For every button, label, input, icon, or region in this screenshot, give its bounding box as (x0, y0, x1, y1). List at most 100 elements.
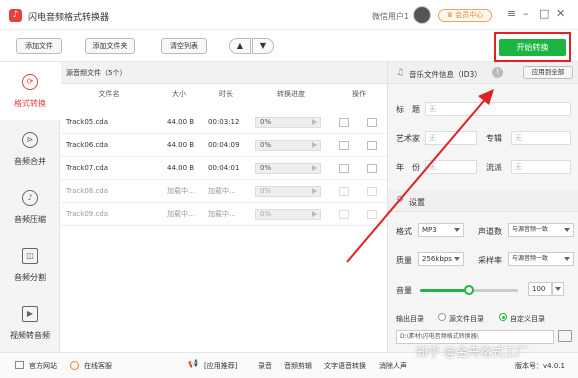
file-name: Track07.cda (66, 164, 109, 172)
folder-icon[interactable] (558, 330, 572, 342)
format-select[interactable]: MP3 (418, 223, 464, 237)
title-bar: ♪ 闪电音频格式转换器 微信用户1 ♛ 会员中心 ≡ – □ ✕ (0, 0, 578, 30)
sidebar-item-merge[interactable]: ⊳ 音频合并 (0, 120, 60, 178)
volume-value[interactable]: 100 (528, 282, 552, 296)
move-down-button[interactable]: ▼ (252, 38, 274, 54)
output-label: 输出目录 (396, 315, 424, 323)
table-row[interactable]: Track09.cda 加载中... 加载中... 0% (61, 203, 387, 226)
sidebar-item-format[interactable]: ⟳ 格式转换 (0, 62, 60, 120)
year-field[interactable]: 无 (425, 160, 477, 174)
progress-bar: 0% (255, 140, 321, 151)
toolbar: 添加文件 添加文件夹 清空列表 ▲ ▼ (0, 30, 578, 62)
settings-title: 设置 (409, 198, 425, 207)
col-size: 大小 (172, 90, 186, 98)
trash-icon[interactable] (367, 118, 377, 127)
avatar[interactable] (413, 6, 431, 24)
table-row[interactable]: Track07.cda 44.00 B 00:04:01 0% (61, 157, 387, 180)
play-icon[interactable] (312, 165, 317, 171)
file-panel-header: 源音频文件（5个） (61, 62, 387, 84)
volume-stepper[interactable] (552, 282, 564, 296)
year-label: 年 份 (396, 163, 420, 172)
close-button[interactable]: ✕ (556, 8, 565, 20)
title-field[interactable]: 无 (425, 102, 571, 116)
format-label: 格式 (396, 227, 412, 236)
apply-all-button[interactable]: 应用到全部 (523, 66, 573, 79)
sample-rate-select[interactable]: 与源音频一致 (508, 252, 574, 266)
start-convert-button[interactable]: 开始转换 (499, 39, 566, 56)
folder-icon[interactable] (339, 187, 349, 196)
clear-list-button[interactable]: 清空列表 (161, 38, 207, 54)
folder-icon[interactable] (339, 164, 349, 173)
sidebar-item-video[interactable]: ▶ 视频转音频 (0, 294, 60, 352)
start-highlight-box: 开始转换 (494, 32, 571, 62)
website-link[interactable]: 官方网站 (29, 361, 57, 371)
sidebar-item-label: 音频合并 (14, 157, 46, 166)
play-icon[interactable] (312, 142, 317, 148)
rec-audio-edit-link[interactable]: 音频剪辑 (284, 361, 312, 371)
genre-label: 流派 (486, 163, 502, 172)
folder-icon[interactable] (339, 210, 349, 219)
progress-bar: 0% (255, 117, 321, 128)
play-icon[interactable] (312, 211, 317, 217)
add-file-button[interactable]: 添加文件 (16, 38, 62, 54)
trash-icon[interactable] (367, 164, 377, 173)
file-duration: 加载中... (208, 210, 236, 218)
info-icon[interactable]: ! (492, 67, 503, 78)
headset-icon (70, 361, 79, 370)
progress-text: 0% (260, 118, 272, 126)
sidebar-item-split[interactable]: ◫ 音频分割 (0, 236, 60, 294)
sidebar-item-compress[interactable]: ♪ 音频压缩 (0, 178, 60, 236)
progress-text: 0% (260, 210, 272, 218)
volume-knob[interactable] (464, 285, 474, 295)
sidebar-item-label: 视频转音频 (10, 331, 50, 340)
folder-icon[interactable] (339, 141, 349, 150)
user-name[interactable]: 微信用户1 (372, 11, 409, 22)
refresh-icon: ⟳ (22, 74, 38, 90)
rec-record-link[interactable]: 录音 (258, 361, 272, 371)
rec-vocal-remove-link[interactable]: 消除人声 (379, 361, 407, 371)
chevron-down-icon (564, 257, 570, 261)
radio-source-dir[interactable] (438, 313, 446, 321)
merge-icon: ⊳ (22, 132, 38, 148)
maximize-button[interactable]: □ (539, 8, 549, 20)
menu-icon[interactable]: ≡ (507, 8, 516, 20)
quality-label: 质量 (396, 256, 412, 265)
chevron-down-icon (555, 287, 561, 291)
progress-text: 0% (260, 164, 272, 172)
watermark: 知乎 @金舟格式工厂 (416, 345, 528, 359)
vip-center-button[interactable]: ♛ 会员中心 (438, 9, 492, 22)
settings-header: ⚙ 设置 (388, 190, 578, 212)
folder-icon[interactable] (339, 118, 349, 127)
col-duration: 时长 (219, 90, 233, 98)
table-row[interactable]: Track05.cda 44.00 B 00:03:12 0% (61, 111, 387, 134)
trash-icon[interactable] (367, 187, 377, 196)
video-icon: ▶ (22, 306, 38, 322)
format-value: MP3 (422, 226, 437, 234)
trash-icon[interactable] (367, 210, 377, 219)
trash-icon[interactable] (367, 141, 377, 150)
split-icon: ◫ (22, 248, 38, 264)
play-icon[interactable] (312, 119, 317, 125)
genre-field[interactable]: 无 (511, 160, 571, 174)
output-path-field[interactable]: D:\素材\闪电音频格式转换器\ (396, 330, 554, 344)
file-name: Track06.cda (66, 141, 109, 149)
artist-label: 艺术家 (396, 134, 420, 143)
add-folder-button[interactable]: 添加文件夹 (85, 38, 135, 54)
move-up-button[interactable]: ▲ (229, 38, 251, 54)
monitor-icon (15, 361, 24, 369)
table-row[interactable]: Track08.cda 加载中... 加载中... 0% (61, 180, 387, 203)
support-link[interactable]: 在线客服 (84, 361, 112, 371)
file-size: 加载中... (167, 187, 195, 195)
progress-bar: 0% (255, 209, 321, 220)
volume-slider[interactable] (420, 285, 518, 295)
chevron-down-icon (454, 228, 460, 232)
play-icon[interactable] (312, 188, 317, 194)
artist-field[interactable]: 无 (425, 131, 477, 145)
album-field[interactable]: 无 (511, 131, 571, 145)
radio-custom-dir[interactable] (499, 313, 507, 321)
table-row[interactable]: Track06.cda 44.00 B 00:04:09 0% (61, 134, 387, 157)
minimize-button[interactable]: – (523, 8, 529, 20)
quality-select[interactable]: 256kbps (418, 252, 464, 266)
rec-tts-link[interactable]: 文字语音转换 (324, 361, 366, 371)
channel-select[interactable]: 与源音频一致 (508, 223, 574, 237)
